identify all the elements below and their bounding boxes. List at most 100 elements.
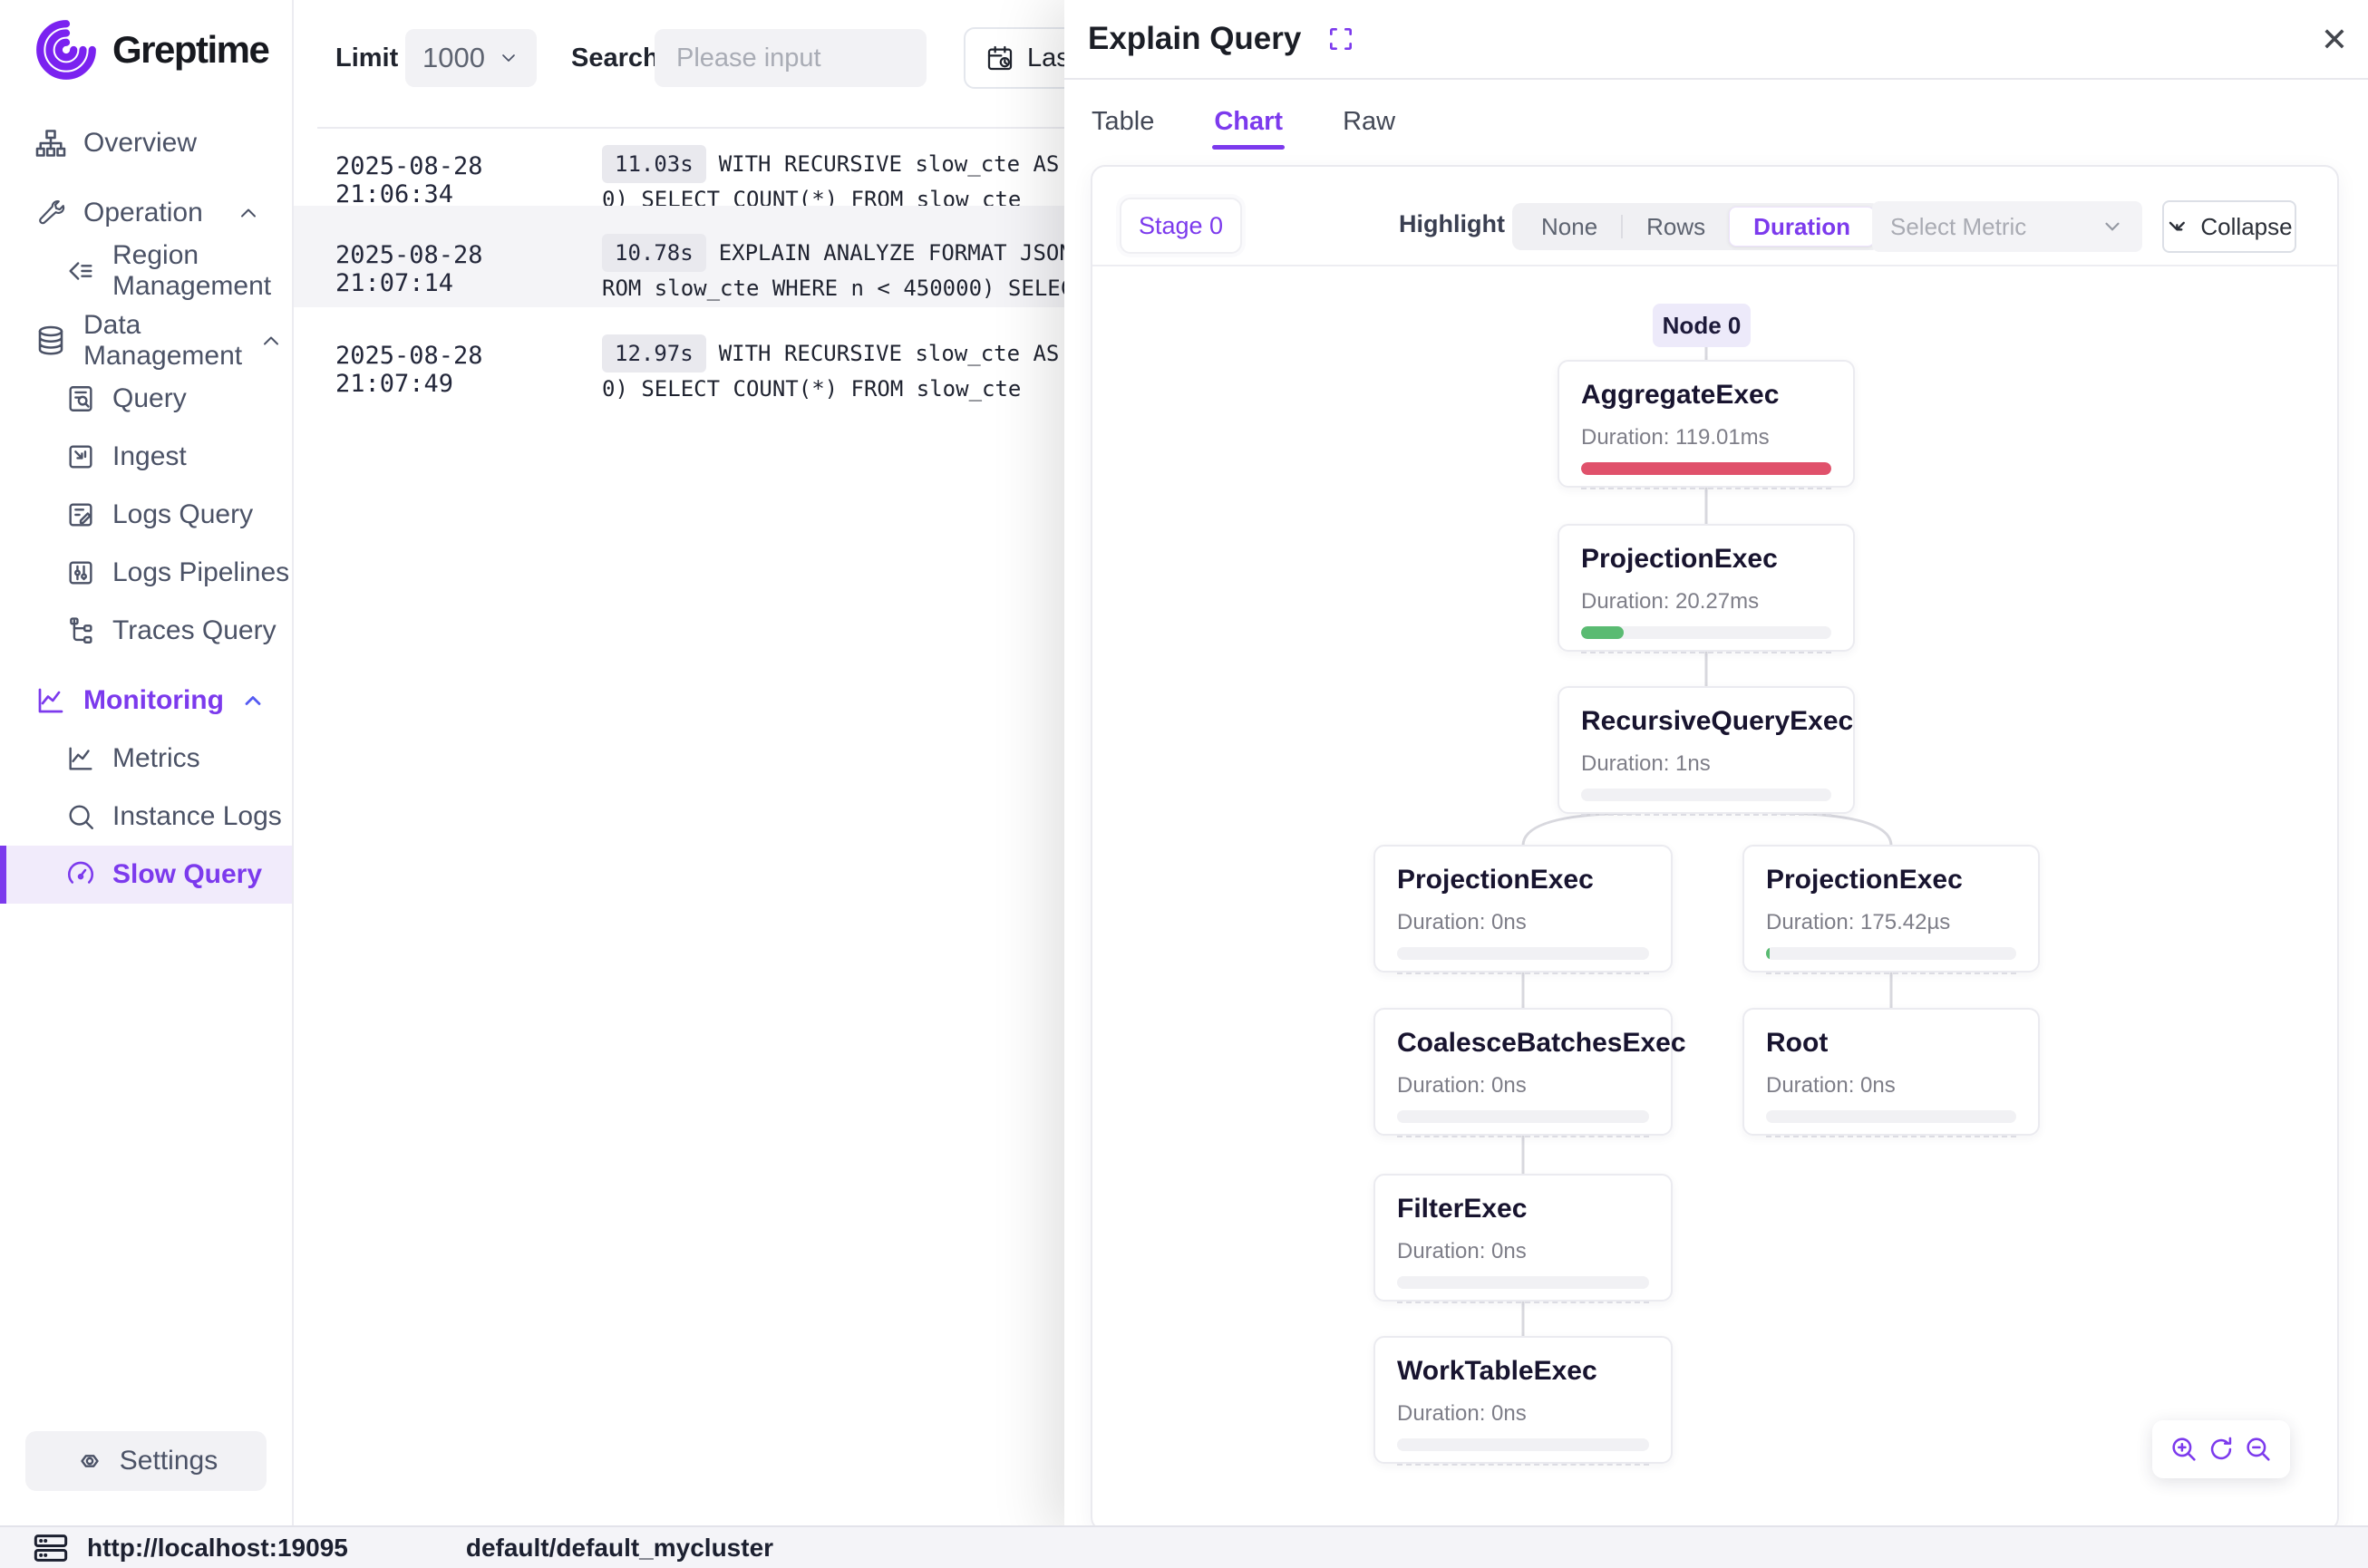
- tree-node-root[interactable]: Root Duration: 0ns: [1742, 1008, 2040, 1136]
- chevron-up-icon: [258, 328, 284, 353]
- search-icon: [65, 801, 96, 832]
- sidebar-nav: Overview Operation Region Management Dat…: [0, 87, 292, 1431]
- node-title: WorkTableExec: [1397, 1356, 1649, 1387]
- limit-label: Limit: [335, 44, 398, 73]
- node-title: CoalesceBatchesExec: [1397, 1028, 1649, 1059]
- tab-raw[interactable]: Raw: [1341, 94, 1397, 150]
- metrics-icon: [65, 743, 96, 774]
- duration-bar: [1397, 1110, 1649, 1123]
- node-separator: [1766, 1136, 2016, 1137]
- node-separator: [1581, 652, 1831, 653]
- node-duration: Duration: 0ns: [1397, 910, 1649, 935]
- server-url[interactable]: http://localhost:19095: [87, 1534, 348, 1563]
- node-duration: Duration: 175.42µs: [1766, 910, 2016, 935]
- app-window: Greptime Overview Operation Region Manag…: [0, 0, 2368, 1568]
- tree-node-projection-exec[interactable]: ProjectionExec Duration: 20.27ms: [1558, 524, 1855, 652]
- tree-node-recursive-query-exec[interactable]: RecursiveQueryExec Duration: 1ns: [1558, 686, 1855, 814]
- node-separator: [1581, 488, 1831, 489]
- sidebar-item-traces-query[interactable]: Traces Query: [0, 602, 292, 660]
- sidebar-item-label: Overview: [83, 128, 197, 159]
- limit-select[interactable]: 1000: [405, 29, 537, 87]
- server-icon: [33, 1533, 69, 1563]
- tab-table[interactable]: Table: [1090, 94, 1156, 150]
- search-input[interactable]: [655, 29, 927, 87]
- duration-bar: [1397, 1438, 1649, 1451]
- settings-button[interactable]: Settings: [25, 1431, 267, 1491]
- sidebar-item-label: Data Management: [83, 310, 242, 372]
- row-timestamp: 2025-08-28 21:07:14: [294, 218, 566, 307]
- tree-node-aggregate-exec[interactable]: AggregateExec Duration: 119.01ms: [1558, 360, 1855, 488]
- sidebar-item-region-management[interactable]: Region Management: [0, 242, 292, 300]
- fullscreen-icon: [1326, 24, 1355, 53]
- sidebar-item-instance-logs[interactable]: Instance Logs: [0, 788, 292, 846]
- cluster-name[interactable]: default/default_mycluster: [466, 1534, 773, 1563]
- node-title: Root: [1766, 1028, 2016, 1059]
- tree-node-filter-exec[interactable]: FilterExec Duration: 0ns: [1373, 1174, 1673, 1302]
- sidebar-item-logs-pipelines[interactable]: Logs Pipelines: [0, 544, 292, 602]
- zoom-out-icon[interactable]: [2243, 1434, 2274, 1465]
- sidebar-group-operation[interactable]: Operation: [0, 184, 292, 242]
- node-separator: [1581, 814, 1831, 816]
- chevron-down-icon: [498, 47, 519, 69]
- gauge-icon: [65, 859, 96, 890]
- node-separator: [1397, 1136, 1649, 1137]
- node-separator: [1397, 973, 1649, 974]
- sidebar-group-monitoring[interactable]: Monitoring: [0, 672, 292, 730]
- sidebar-item-ingest[interactable]: Ingest: [0, 428, 292, 486]
- monitoring-chart-icon: [34, 684, 67, 717]
- duration-badge: 11.03s: [602, 145, 706, 183]
- duration-bar: [1397, 947, 1649, 960]
- execution-tree: Node 0 AggregateExec Duration: 119.01ms …: [1092, 167, 2337, 1530]
- node-duration: Duration: 0ns: [1397, 1401, 1649, 1427]
- fullscreen-button[interactable]: [1326, 24, 1355, 53]
- region-management-icon: [65, 256, 96, 286]
- reset-zoom-icon[interactable]: [2206, 1434, 2237, 1465]
- node-duration: Duration: 20.27ms: [1581, 589, 1831, 615]
- node-title: ProjectionExec: [1397, 865, 1649, 895]
- drawer-tabs: Table Chart Raw: [1064, 80, 2368, 163]
- node-title: RecursiveQueryExec: [1581, 706, 1831, 737]
- tab-chart[interactable]: Chart: [1212, 94, 1285, 150]
- duration-bar: [1766, 1110, 2016, 1123]
- tree-node-coalesce-batches-exec[interactable]: CoalesceBatchesExec Duration: 0ns: [1373, 1008, 1673, 1136]
- chevron-up-icon: [236, 200, 261, 226]
- node-title: ProjectionExec: [1581, 544, 1831, 575]
- sidebar-item-metrics[interactable]: Metrics: [0, 730, 292, 788]
- node-duration: Duration: 0ns: [1397, 1239, 1649, 1264]
- node-duration: Duration: 1ns: [1581, 751, 1831, 777]
- sidebar-item-overview[interactable]: Overview: [0, 114, 292, 172]
- row-timestamp: 2025-08-28 21:06:34: [294, 129, 566, 206]
- explain-chart-card: Stage 0 Highlight None Rows Duration Sel…: [1091, 165, 2339, 1532]
- logo-text: Greptime: [112, 28, 268, 72]
- node-title: ProjectionExec: [1766, 865, 2016, 895]
- tree-node-projection-exec-right[interactable]: ProjectionExec Duration: 175.42µs: [1742, 845, 2040, 973]
- sidebar-item-label: Instance Logs: [112, 801, 282, 832]
- sidebar-item-label: Logs Pipelines: [112, 557, 289, 588]
- node-duration: Duration: 0ns: [1397, 1073, 1649, 1099]
- calendar-clock-icon: [985, 44, 1014, 73]
- node-separator: [1397, 1464, 1649, 1466]
- node-separator: [1397, 1302, 1649, 1303]
- duration-bar: [1581, 789, 1831, 801]
- node-duration: Duration: 119.01ms: [1581, 425, 1831, 450]
- sidebar-item-logs-query[interactable]: Logs Query: [0, 486, 292, 544]
- tree-node-work-table-exec[interactable]: WorkTableExec Duration: 0ns: [1373, 1336, 1673, 1464]
- document-edit-icon: [65, 499, 96, 530]
- status-bar: http://localhost:19095 default/default_m…: [0, 1525, 2368, 1568]
- close-icon[interactable]: ✕: [2321, 24, 2348, 56]
- zoom-in-icon[interactable]: [2169, 1434, 2199, 1465]
- sidebar-item-slow-query[interactable]: Slow Query: [0, 846, 292, 904]
- limit-value: 1000: [422, 42, 485, 74]
- wrench-icon: [34, 197, 67, 229]
- tree-node-projection-exec-left[interactable]: ProjectionExec Duration: 0ns: [1373, 845, 1673, 973]
- node-title: AggregateExec: [1581, 380, 1831, 411]
- zoom-controls: [2152, 1420, 2290, 1478]
- document-search-icon: [65, 383, 96, 414]
- sidebar-group-data-management[interactable]: Data Management: [0, 312, 292, 370]
- sidebar-item-query[interactable]: Query: [0, 370, 292, 428]
- drawer-header: Explain Query ✕: [1064, 0, 2368, 80]
- node-duration: Duration: 0ns: [1766, 1073, 2016, 1099]
- sidebar-item-label: Query: [112, 383, 187, 414]
- sidebar-item-label: Operation: [83, 198, 203, 228]
- traces-icon: [65, 615, 96, 646]
